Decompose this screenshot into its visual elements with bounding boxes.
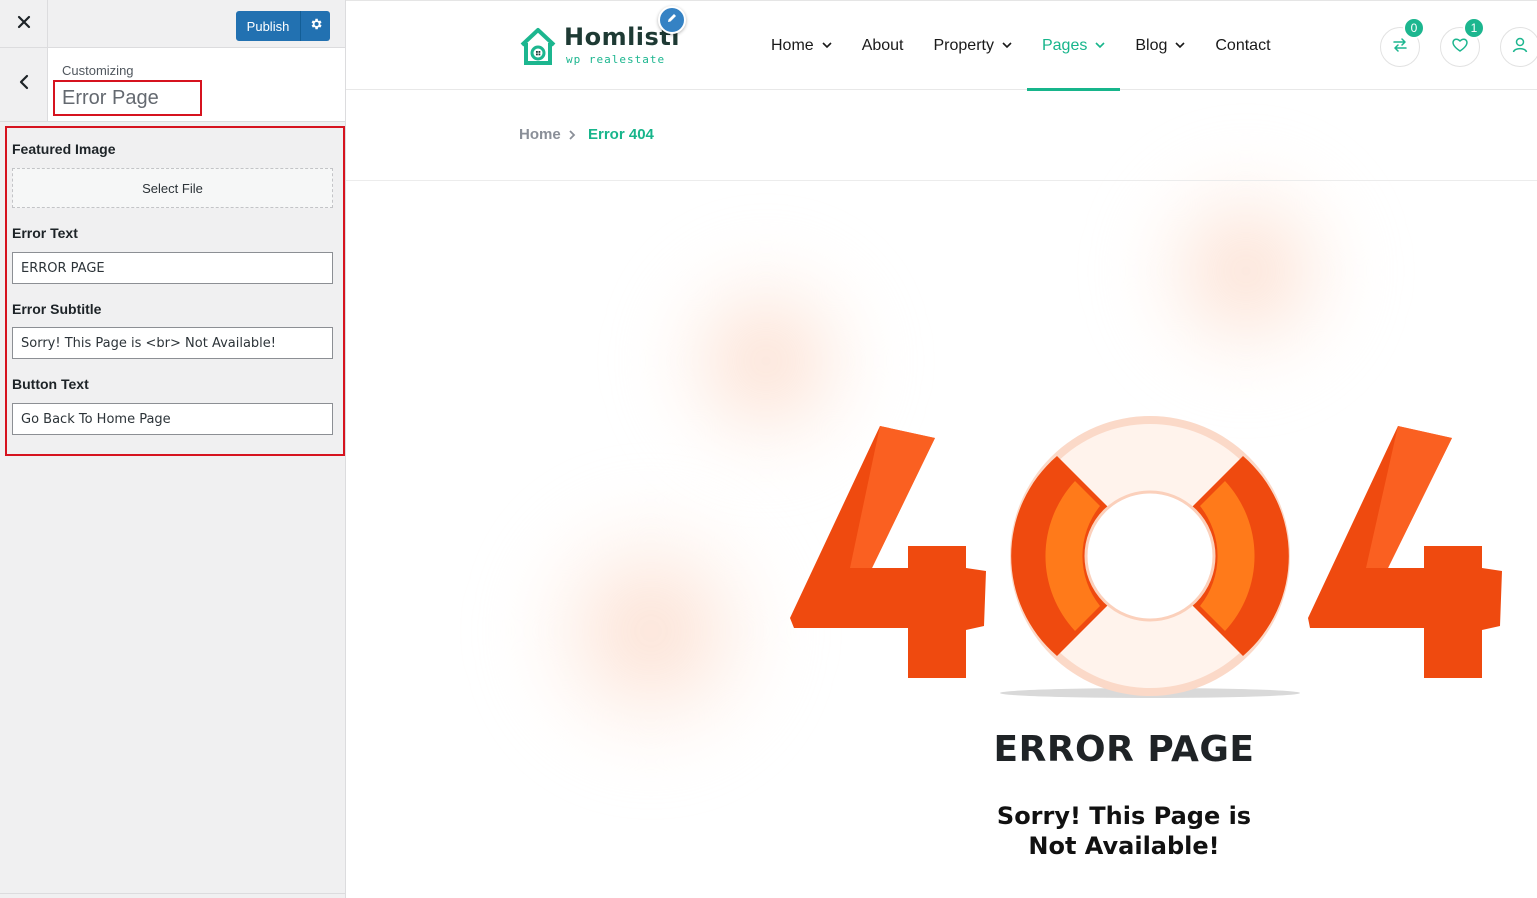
favorites-count-badge: 1 <box>1463 17 1485 39</box>
decor-blob <box>1126 151 1366 391</box>
chevron-down-icon <box>1175 42 1185 49</box>
nav-item-property[interactable]: Property <box>919 1 1027 90</box>
logo-tagline: wp realestate <box>566 53 666 66</box>
nav-item-about[interactable]: About <box>847 1 919 90</box>
compare-count-badge: 0 <box>1403 17 1425 39</box>
chevron-down-icon <box>822 42 832 49</box>
site-preview: Homlisti wp realestate Home About Proper… <box>346 0 1537 898</box>
error-404-illustration <box>790 406 1502 701</box>
select-file-button[interactable]: Select File <box>12 168 333 208</box>
error-subtitle-line1: Sorry! This Page is <box>996 802 1252 830</box>
button-text-input[interactable] <box>12 403 333 435</box>
error-subtitle-input[interactable] <box>12 327 333 359</box>
site-logo[interactable]: Homlisti wp realestate <box>518 23 680 72</box>
house-logo-icon <box>518 25 558 72</box>
gear-icon <box>309 17 323 36</box>
chevron-down-icon <box>1095 42 1105 49</box>
digit-four-left <box>790 426 986 678</box>
section-header: Customizing Error Page <box>0 48 345 122</box>
chevron-down-icon <box>1002 42 1012 49</box>
publish-settings-button[interactable] <box>300 11 330 41</box>
back-button[interactable] <box>0 48 48 121</box>
chevron-left-icon <box>18 74 30 95</box>
nav-label: Blog <box>1135 36 1168 54</box>
life-ring-zero <box>1000 416 1300 698</box>
customizer-header: Publish <box>0 0 345 48</box>
nav-item-contact[interactable]: Contact <box>1200 1 1285 90</box>
nav-label: About <box>861 36 904 54</box>
heart-icon <box>1451 36 1469 59</box>
nav-label: Property <box>933 36 994 54</box>
customizer-sidebar: Publish Customizing Error Page Featured … <box>0 0 346 898</box>
nav-label: Pages <box>1041 36 1088 54</box>
nav-label: Contact <box>1215 36 1271 54</box>
user-icon <box>1511 36 1529 59</box>
error-text-label: Error Text <box>12 225 78 241</box>
nav-item-blog[interactable]: Blog <box>1120 1 1200 90</box>
nav-item-home[interactable]: Home <box>756 1 847 90</box>
account-button[interactable] <box>1500 27 1537 67</box>
chevron-right-icon <box>568 128 576 146</box>
breadcrumb-current: Error 404 <box>588 126 654 143</box>
pencil-icon <box>666 11 678 29</box>
app-window: Publish Customizing Error Page Featured … <box>0 0 1537 898</box>
digit-four-right <box>1308 426 1502 678</box>
customizing-label: Customizing <box>62 63 134 78</box>
nav-label: Home <box>771 36 814 54</box>
compare-button[interactable]: 0 <box>1380 17 1425 67</box>
compare-arrows-icon <box>1391 36 1409 59</box>
close-customizer-button[interactable] <box>0 0 48 48</box>
edit-shortcut-button[interactable] <box>658 6 686 34</box>
error-subtitle-label: Error Subtitle <box>12 301 102 317</box>
error-subtitle-line2: Not Available! <box>1028 832 1220 860</box>
decor-blob <box>506 491 796 771</box>
error-text-input[interactable] <box>12 252 333 284</box>
publish-group: Publish <box>236 11 330 41</box>
customizer-footer <box>0 893 345 898</box>
error-title: ERROR PAGE <box>993 729 1255 770</box>
publish-button[interactable]: Publish <box>236 11 300 41</box>
section-title: Error Page <box>62 87 159 109</box>
nav-item-pages[interactable]: Pages <box>1026 1 1121 91</box>
breadcrumb: Home Error 404 <box>346 90 1537 181</box>
site-header: Homlisti wp realestate Home About Proper… <box>346 1 1537 91</box>
favorites-button[interactable]: 1 <box>1440 17 1485 67</box>
main-nav: Home About Property Pages Blog Contact <box>756 1 1286 91</box>
close-icon <box>17 15 31 34</box>
featured-image-label: Featured Image <box>12 141 116 157</box>
breadcrumb-home-link[interactable]: Home <box>519 126 561 143</box>
button-text-label: Button Text <box>12 376 89 392</box>
